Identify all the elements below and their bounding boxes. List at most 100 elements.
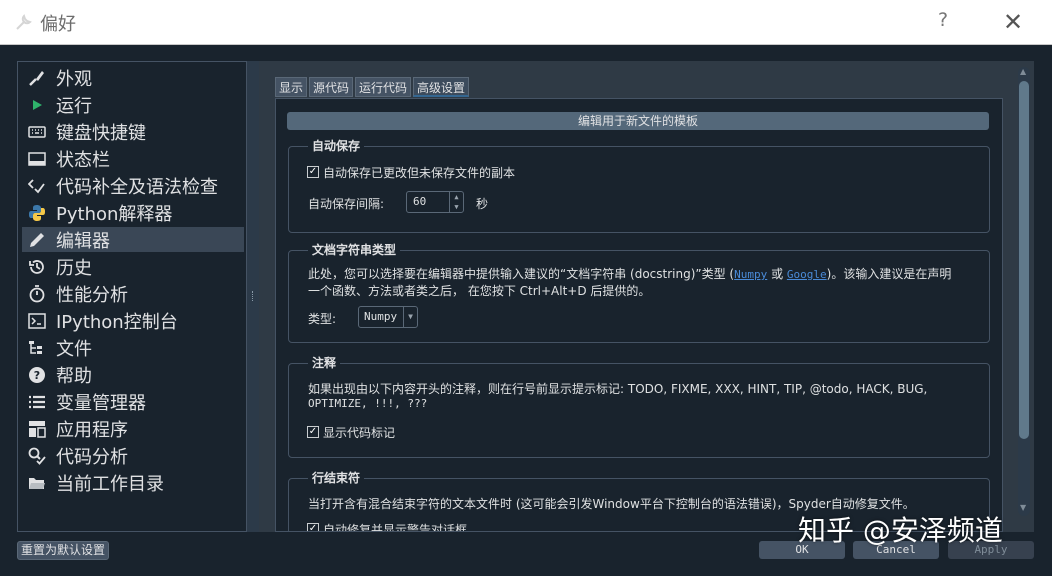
sidebar-item-label: 变量管理器 (56, 392, 146, 414)
sidebar-item-label: 代码补全及语法检查 (56, 176, 218, 198)
sidebar-item-history[interactable]: 历史 (22, 254, 244, 279)
autosave-interval-unit: 秒 (476, 197, 489, 211)
tab-source-code[interactable]: 源代码 (309, 77, 354, 97)
watermark-text: 知乎 @安泽频道 (798, 514, 1003, 547)
help-icon: ? (26, 364, 48, 386)
sidebar-item-label: 应用程序 (56, 419, 128, 441)
autosave-checkbox-label: 自动保存已更改但未保存文件的副本 (323, 166, 516, 180)
scrollbar-thumb[interactable] (1019, 81, 1029, 439)
sidebar-item-run[interactable]: 运行 (22, 92, 244, 117)
code-analysis-icon (26, 445, 48, 467)
history-icon (26, 256, 48, 278)
sidebar-item-label: 历史 (56, 257, 92, 279)
statusbar-icon (26, 148, 48, 170)
eol-fix-checkbox[interactable]: ✓ (307, 523, 319, 531)
sidebar-item-appearance[interactable]: 外观 (22, 65, 244, 90)
docstring-type-value: Numpy (364, 310, 398, 323)
scroll-down-icon[interactable]: ▼ (1020, 503, 1026, 512)
sidebar-item-label: IPython控制台 (56, 311, 178, 333)
close-button[interactable]: ✕ (1003, 8, 1023, 36)
wrench-icon (16, 14, 32, 30)
tab-run-code[interactable]: 运行代码 (355, 77, 412, 97)
console-icon (26, 310, 48, 332)
preferences-main-pane: 显示 源代码 运行代码 高级设置 编辑用于新文件的模板 自动保存 ✓ 自动保存已… (259, 61, 1034, 532)
edit-template-button[interactable]: 编辑用于新文件的模板 (287, 112, 989, 130)
scroll-up-icon[interactable]: ▲ (1020, 67, 1026, 76)
code-annotations-checkbox-label: 显示代码标记 (323, 426, 396, 440)
tab-advanced-settings[interactable]: 高级设置 (413, 77, 470, 97)
autosave-group-title: 自动保存 (308, 137, 365, 154)
code-check-icon (26, 175, 48, 197)
sidebar-item-applications[interactable]: 应用程序 (22, 416, 244, 441)
autosave-interval-label: 自动保存间隔: (308, 197, 385, 211)
docstring-type-select[interactable]: Numpy ▼ (358, 306, 418, 328)
spin-arrows-icon[interactable]: ▲ ▼ (449, 192, 463, 212)
docstring-group-title: 文档字符串类型 (308, 241, 401, 258)
google-link[interactable]: Google (787, 268, 827, 281)
file-tree-icon (26, 337, 48, 359)
tab-display[interactable]: 显示 (275, 77, 308, 97)
eol-fix-checkbox-label: 自动修复并显示警告对话框 (323, 523, 468, 532)
sidebar-item-label: 代码分析 (56, 446, 128, 468)
autosave-group (288, 146, 990, 233)
docstring-desc-or: 或 (767, 267, 787, 281)
sidebar-item-profiler[interactable]: 性能分析 (22, 281, 244, 306)
numpy-link[interactable]: Numpy (734, 268, 767, 281)
docstring-description-line2: 一个函数、方法或者类之后， 在您按下 Ctrl+Alt+D 后提供的。 (308, 284, 651, 298)
sidebar-item-label: 状态栏 (56, 149, 110, 171)
annotations-group-title: 注释 (308, 354, 341, 371)
sidebar-item-code-analysis[interactable]: 代码分析 (22, 443, 244, 468)
vertical-scrollbar[interactable]: ▲ ▼ (1018, 67, 1030, 516)
annotations-description-line1: 如果出现由以下内容开头的注释，则在行号前显示提示标记: TODO, FIXME,… (308, 382, 928, 396)
docstring-description: 此处，您可以选择要在编辑器中提供输入建议的“文档字符串 (docstring)”… (308, 265, 951, 282)
list-icon (26, 391, 48, 413)
sidebar-item-keyboard-shortcuts[interactable]: 键盘快捷键 (22, 119, 244, 144)
chevron-down-icon: ▼ (403, 307, 417, 327)
sidebar-item-variable-explorer[interactable]: 变量管理器 (22, 389, 244, 414)
autosave-checkbox[interactable]: ✓ (307, 166, 319, 178)
editor-tab-bar: 显示 源代码 运行代码 高级设置 (275, 77, 471, 97)
sidebar-item-files[interactable]: 文件 (22, 335, 244, 360)
sidebar-item-label: 键盘快捷键 (56, 122, 146, 144)
sidebar-item-label: 文件 (56, 338, 92, 360)
help-button[interactable]: ? (938, 9, 948, 31)
sidebar-item-label: 当前工作目录 (56, 473, 164, 495)
sidebar-item-label: 性能分析 (56, 284, 128, 306)
eol-group-title: 行结束符 (308, 469, 365, 486)
splitter-handle[interactable] (247, 61, 259, 532)
annotations-description-line2: OPTIMIZE, !!!, ??? (308, 397, 428, 410)
python-icon (26, 202, 48, 224)
sidebar-item-completion-linting[interactable]: 代码补全及语法检查 (22, 173, 244, 198)
sidebar-item-working-directory[interactable]: 当前工作目录 (22, 470, 244, 495)
sidebar-item-ipython-console[interactable]: IPython控制台 (22, 308, 244, 333)
stopwatch-icon (26, 283, 48, 305)
sidebar-item-label: 外观 (56, 68, 92, 90)
autosave-interval-spinbox[interactable]: 60 ▲ ▼ (406, 191, 464, 213)
keyboard-icon (26, 121, 48, 143)
sidebar-item-python-interpreter[interactable]: Python解释器 (22, 200, 244, 225)
title-bar: 偏好 ? ✕ (0, 0, 1052, 45)
splitter-grip (252, 291, 254, 301)
sidebar-item-label: Python解释器 (56, 203, 173, 225)
apps-icon (26, 418, 48, 440)
sidebar-item-editor[interactable]: 编辑器 (22, 227, 244, 252)
code-annotations-checkbox[interactable]: ✓ (307, 426, 319, 438)
reset-defaults-button[interactable]: 重置为默认设置 (17, 541, 110, 560)
advanced-settings-panel: 编辑用于新文件的模板 自动保存 ✓ 自动保存已更改但未保存文件的副本 自动保存间… (275, 98, 1003, 532)
pencil-icon (26, 229, 48, 251)
brush-icon (26, 67, 48, 89)
sidebar-item-label: 帮助 (56, 365, 92, 387)
folder-icon (26, 472, 48, 494)
sidebar-item-help[interactable]: ? 帮助 (22, 362, 244, 387)
docstring-desc-text-2: )。该输入建议是在声明 (826, 267, 952, 281)
docstring-desc-text: 此处，您可以选择要在编辑器中提供输入建议的“文档字符串 (docstring)”… (308, 267, 735, 281)
sidebar-item-statusbar[interactable]: 状态栏 (22, 146, 244, 171)
preferences-sidebar: 外观 运行 键盘快捷键 状态栏 代码补全及语法检查 Python解释器 编辑器 … (17, 61, 247, 532)
sidebar-item-label: 运行 (56, 95, 92, 117)
svg-text:?: ? (34, 369, 40, 382)
window-title: 偏好 (40, 14, 76, 35)
sidebar-item-label: 编辑器 (56, 230, 110, 252)
play-icon (26, 94, 48, 116)
docstring-type-label: 类型: (308, 312, 337, 326)
autosave-interval-value: 60 (413, 195, 427, 208)
